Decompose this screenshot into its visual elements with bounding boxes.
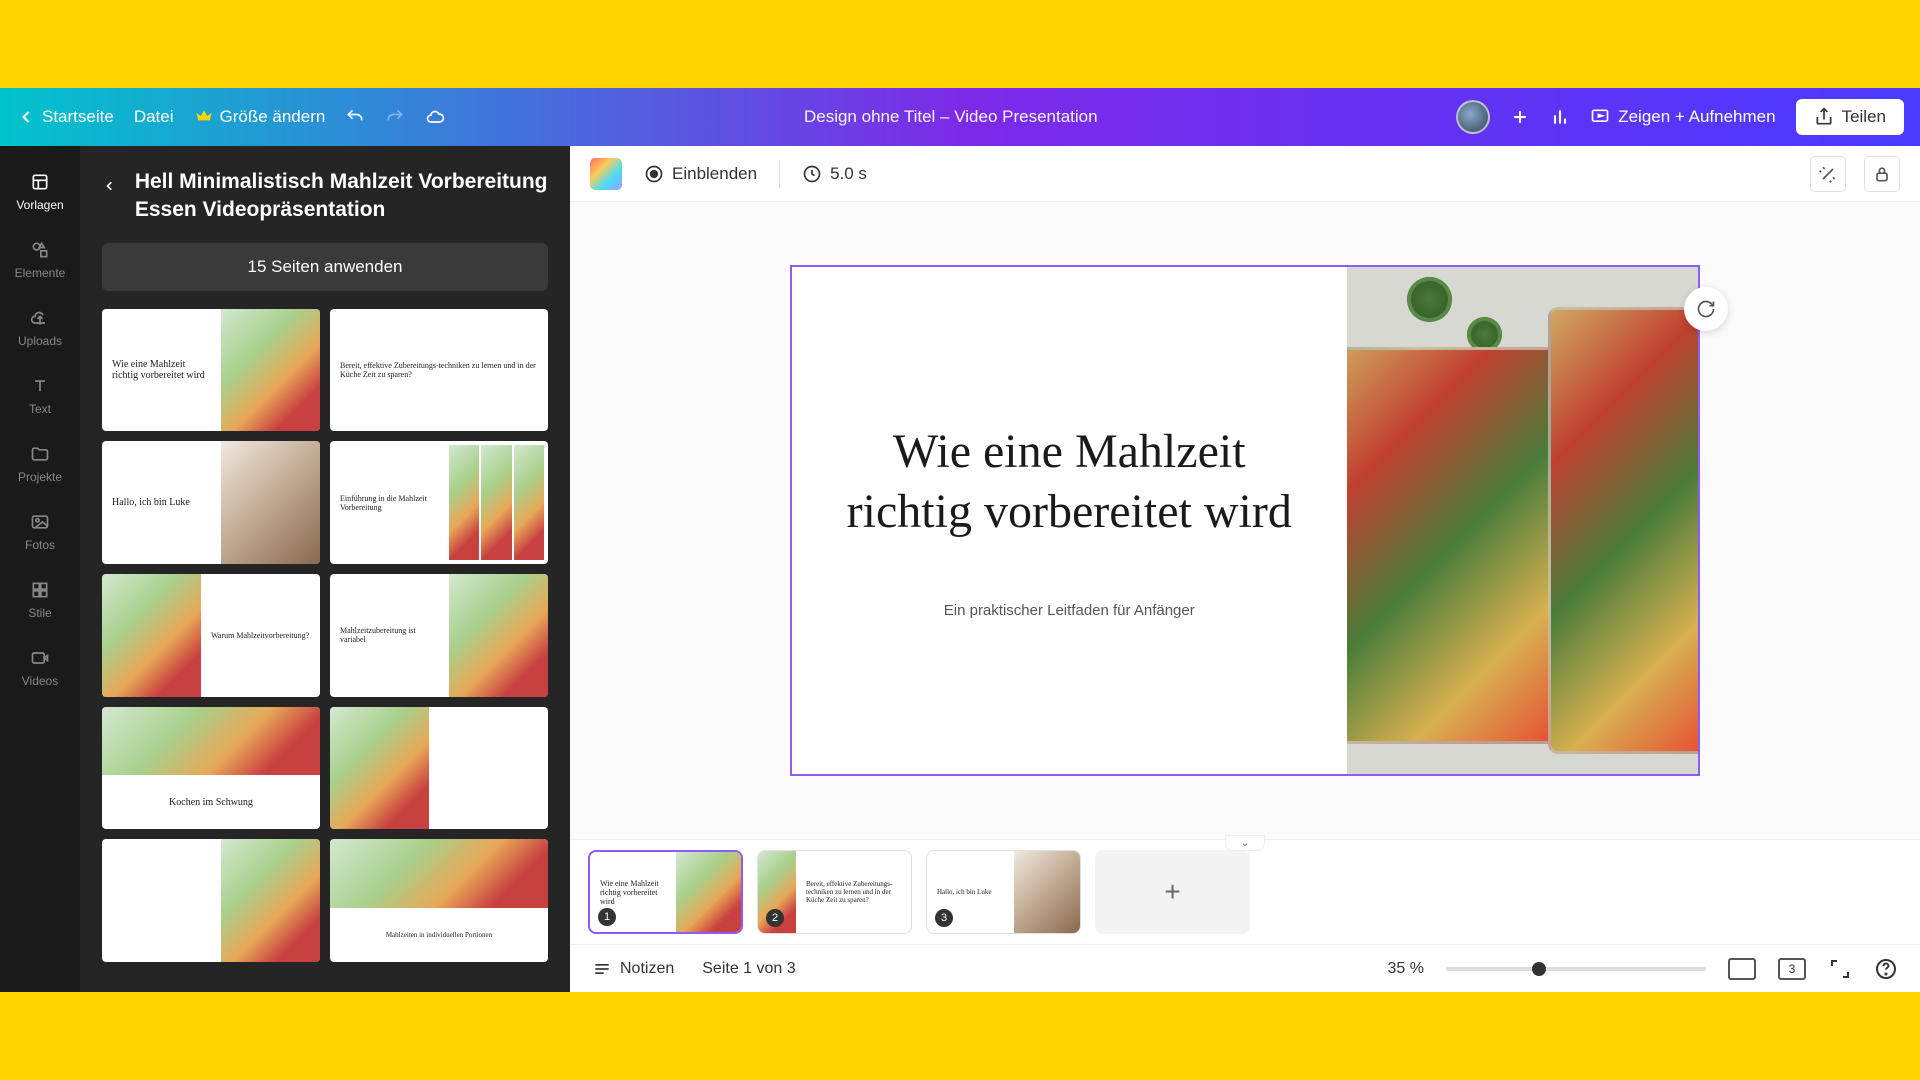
present-button[interactable]: Zeigen + Aufnehmen (1590, 107, 1775, 127)
wand-icon (1818, 164, 1838, 184)
redo-button[interactable] (385, 107, 405, 127)
timeline: Wie eine Mahlzeit richtig vorbereitet wi… (570, 839, 1920, 944)
timeline-thumb[interactable]: Bereit, effektive Zubereitungs-techniken… (757, 850, 912, 934)
templates-panel: Hell Minimalistisch Mahlzeit Vorbereitun… (80, 146, 570, 992)
plus-icon (1510, 107, 1530, 127)
page-count-button[interactable]: 3 (1778, 958, 1806, 980)
rail-styles[interactable]: Stile (0, 566, 80, 634)
slide-text-area[interactable]: Wie eine Mahlzeit richtig vorbereitet wi… (792, 267, 1347, 775)
template-thumbs: Wie eine Mahlzeit richtig vorbereitet wi… (102, 309, 548, 962)
elements-icon (30, 240, 50, 260)
help-button[interactable] (1874, 957, 1898, 981)
zoom-value[interactable]: 35 % (1388, 960, 1424, 978)
template-thumb[interactable] (330, 707, 548, 830)
transition-button[interactable]: Einblenden (644, 164, 757, 184)
crown-icon (194, 107, 214, 127)
notes-icon (592, 959, 612, 979)
template-thumb[interactable]: Hallo, ich bin Luke (102, 441, 320, 564)
template-thumb[interactable]: Einführung in die Mahlzeit Vorbereitung (330, 441, 548, 564)
photos-icon (30, 512, 50, 532)
color-picker[interactable] (590, 158, 622, 190)
rail-elements[interactable]: Elemente (0, 226, 80, 294)
canvas-stage[interactable]: Wie eine Mahlzeit richtig vorbereitet wi… (570, 202, 1920, 839)
rail-videos[interactable]: Videos (0, 634, 80, 702)
fullscreen-button[interactable] (1828, 957, 1852, 981)
template-thumb[interactable]: Mahlzeitzubereitung ist variabel (330, 574, 548, 697)
slide-headline[interactable]: Wie eine Mahlzeit richtig vorbereitet wi… (832, 422, 1307, 542)
timeline-thumb[interactable]: Wie eine Mahlzeit richtig vorbereitet wi… (588, 850, 743, 934)
apply-all-button[interactable]: 15 Seiten anwenden (102, 243, 548, 291)
context-toolbar: Einblenden 5.0 s (570, 146, 1920, 202)
template-title: Hell Minimalistisch Mahlzeit Vorbereitun… (135, 168, 548, 225)
slide-number-badge: 2 (766, 909, 784, 927)
templates-icon (30, 172, 50, 192)
rail-projects[interactable]: Projekte (0, 430, 80, 498)
plus-icon: + (1164, 876, 1180, 908)
zoom-slider[interactable] (1446, 967, 1706, 971)
styles-icon (30, 580, 50, 600)
chart-icon (1550, 107, 1570, 127)
slide-subtitle[interactable]: Ein praktischer Leitfaden für Anfänger (944, 602, 1195, 619)
lock-icon (1872, 164, 1892, 184)
template-thumb[interactable]: Wie eine Mahlzeit richtig vorbereitet wi… (102, 309, 320, 432)
canvas-area: ◂ Einblenden 5.0 s (570, 146, 1920, 992)
top-bar: Startseite Datei Größe ändern Design ohn… (0, 88, 1920, 146)
cloud-sync-button[interactable] (425, 107, 445, 127)
play-icon (1590, 107, 1610, 127)
share-icon (1814, 107, 1834, 127)
folder-icon (30, 444, 50, 464)
refresh-icon (1696, 299, 1716, 319)
cloud-icon (425, 107, 445, 127)
undo-icon (345, 107, 365, 127)
duration-button[interactable]: 5.0 s (802, 164, 867, 184)
template-thumb[interactable] (102, 839, 320, 962)
analytics-button[interactable] (1550, 107, 1570, 127)
divider (779, 160, 780, 188)
refresh-button[interactable] (1684, 287, 1728, 331)
template-thumb[interactable]: Mahlzeiten in individuellen Portionen (330, 839, 548, 962)
slide[interactable]: Wie eine Mahlzeit richtig vorbereitet wi… (790, 265, 1700, 777)
uploads-icon (30, 308, 50, 328)
text-icon (30, 376, 50, 396)
template-thumb[interactable]: Bereit, effektive Zubereitungs-techniken… (330, 309, 548, 432)
resize-button[interactable]: Größe ändern (194, 107, 326, 127)
home-label: Startseite (42, 107, 114, 127)
template-thumb[interactable]: Warum Mahlzeitvorbereitung? (102, 574, 320, 697)
rail-text[interactable]: Text (0, 362, 80, 430)
clock-icon (802, 164, 822, 184)
rail-templates[interactable]: Vorlagen (0, 158, 80, 226)
redo-icon (385, 107, 405, 127)
videos-icon (30, 648, 50, 668)
slide-number-badge: 1 (598, 908, 616, 926)
timeline-thumb[interactable]: Hallo, ich bin Luke 3 (926, 850, 1081, 934)
transition-icon (644, 164, 664, 184)
grid-view-button[interactable] (1728, 958, 1756, 980)
add-slide-button[interactable]: + (1095, 850, 1250, 934)
template-thumb[interactable]: Kochen im Schwung (102, 707, 320, 830)
undo-button[interactable] (345, 107, 365, 127)
home-button[interactable]: Startseite (16, 107, 114, 127)
avatar[interactable] (1456, 100, 1490, 134)
chevron-left-icon (16, 107, 36, 127)
notes-button[interactable]: Notizen (592, 959, 674, 979)
zoom-handle[interactable] (1532, 962, 1546, 976)
document-title[interactable]: Design ohne Titel – Video Presentation (465, 107, 1436, 127)
back-button[interactable] (102, 174, 117, 198)
magic-button[interactable] (1810, 156, 1846, 192)
rail-photos[interactable]: Fotos (0, 498, 80, 566)
rail-uploads[interactable]: Uploads (0, 294, 80, 362)
collapse-timeline-button[interactable]: ⌄ (1225, 835, 1265, 851)
slide-number-badge: 3 (935, 909, 953, 927)
status-bar: Notizen Seite 1 von 3 35 % 3 (570, 944, 1920, 992)
lock-button[interactable] (1864, 156, 1900, 192)
page-indicator[interactable]: Seite 1 von 3 (702, 960, 795, 978)
side-rail: Vorlagen Elemente Uploads Text Projekte … (0, 146, 80, 992)
file-menu[interactable]: Datei (134, 107, 174, 127)
share-button[interactable]: Teilen (1796, 99, 1904, 135)
slide-image[interactable] (1347, 267, 1698, 775)
add-member-button[interactable] (1510, 107, 1530, 127)
